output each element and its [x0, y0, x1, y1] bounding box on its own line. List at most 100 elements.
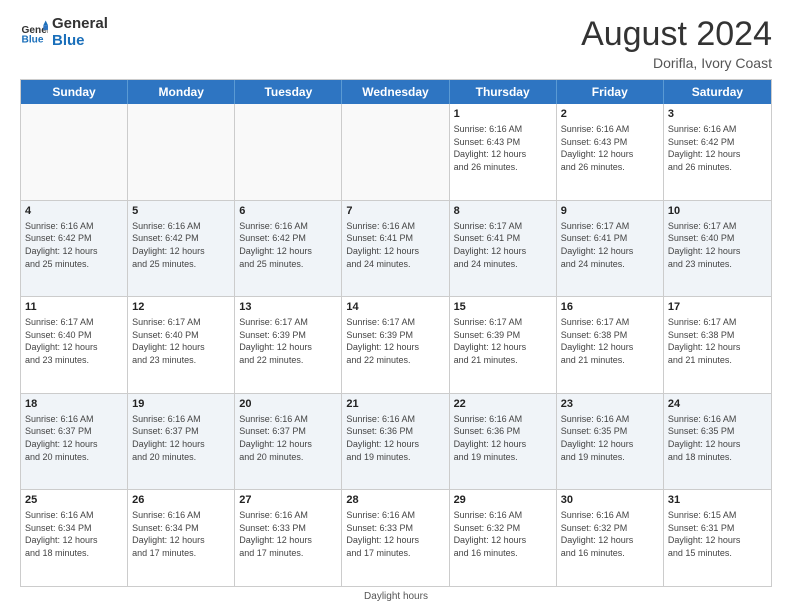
day-info: Sunrise: 6:17 AM Sunset: 6:38 PM Dayligh… [561, 316, 659, 366]
calendar-cell: 13Sunrise: 6:17 AM Sunset: 6:39 PM Dayli… [235, 297, 342, 393]
calendar-cell: 11Sunrise: 6:17 AM Sunset: 6:40 PM Dayli… [21, 297, 128, 393]
calendar: Sunday Monday Tuesday Wednesday Thursday… [20, 79, 772, 587]
day-info: Sunrise: 6:16 AM Sunset: 6:42 PM Dayligh… [25, 220, 123, 270]
day-number: 21 [346, 397, 444, 412]
day-info: Sunrise: 6:16 AM Sunset: 6:34 PM Dayligh… [25, 509, 123, 559]
svg-text:Blue: Blue [22, 34, 44, 45]
calendar-cell [128, 104, 235, 200]
day-number: 20 [239, 397, 337, 412]
calendar-cell: 6Sunrise: 6:16 AM Sunset: 6:42 PM Daylig… [235, 201, 342, 297]
day-number: 4 [25, 204, 123, 219]
calendar-row: 18Sunrise: 6:16 AM Sunset: 6:37 PM Dayli… [21, 394, 771, 491]
calendar-cell: 21Sunrise: 6:16 AM Sunset: 6:36 PM Dayli… [342, 394, 449, 490]
calendar-cell: 8Sunrise: 6:17 AM Sunset: 6:41 PM Daylig… [450, 201, 557, 297]
day-number: 14 [346, 300, 444, 315]
calendar-cell: 25Sunrise: 6:16 AM Sunset: 6:34 PM Dayli… [21, 490, 128, 586]
calendar-row: 25Sunrise: 6:16 AM Sunset: 6:34 PM Dayli… [21, 490, 771, 586]
day-info: Sunrise: 6:16 AM Sunset: 6:34 PM Dayligh… [132, 509, 230, 559]
day-number: 17 [668, 300, 767, 315]
day-number: 11 [25, 300, 123, 315]
day-number: 1 [454, 107, 552, 122]
day-info: Sunrise: 6:17 AM Sunset: 6:38 PM Dayligh… [668, 316, 767, 366]
day-number: 25 [25, 493, 123, 508]
day-number: 6 [239, 204, 337, 219]
day-number: 9 [561, 204, 659, 219]
day-number: 7 [346, 204, 444, 219]
calendar-cell: 27Sunrise: 6:16 AM Sunset: 6:33 PM Dayli… [235, 490, 342, 586]
day-number: 28 [346, 493, 444, 508]
calendar-cell: 26Sunrise: 6:16 AM Sunset: 6:34 PM Dayli… [128, 490, 235, 586]
day-number: 5 [132, 204, 230, 219]
calendar-cell [21, 104, 128, 200]
day-number: 23 [561, 397, 659, 412]
day-info: Sunrise: 6:17 AM Sunset: 6:40 PM Dayligh… [25, 316, 123, 366]
day-info: Sunrise: 6:16 AM Sunset: 6:42 PM Dayligh… [668, 123, 767, 173]
calendar-cell: 23Sunrise: 6:16 AM Sunset: 6:35 PM Dayli… [557, 394, 664, 490]
logo-general: General [52, 16, 108, 33]
header-tuesday: Tuesday [235, 80, 342, 104]
day-number: 13 [239, 300, 337, 315]
day-number: 22 [454, 397, 552, 412]
day-info: Sunrise: 6:16 AM Sunset: 6:37 PM Dayligh… [132, 413, 230, 463]
page-title: August 2024 [581, 16, 772, 53]
calendar-cell: 29Sunrise: 6:16 AM Sunset: 6:32 PM Dayli… [450, 490, 557, 586]
calendar-row: 4Sunrise: 6:16 AM Sunset: 6:42 PM Daylig… [21, 201, 771, 298]
page: General Blue General Blue August 2024 Do… [0, 0, 792, 612]
day-info: Sunrise: 6:17 AM Sunset: 6:40 PM Dayligh… [132, 316, 230, 366]
calendar-cell [235, 104, 342, 200]
header-thursday: Thursday [450, 80, 557, 104]
calendar-cell: 17Sunrise: 6:17 AM Sunset: 6:38 PM Dayli… [664, 297, 771, 393]
calendar-cell: 5Sunrise: 6:16 AM Sunset: 6:42 PM Daylig… [128, 201, 235, 297]
day-number: 12 [132, 300, 230, 315]
day-info: Sunrise: 6:16 AM Sunset: 6:43 PM Dayligh… [561, 123, 659, 173]
day-number: 29 [454, 493, 552, 508]
logo-icon: General Blue [20, 19, 48, 47]
calendar-cell: 2Sunrise: 6:16 AM Sunset: 6:43 PM Daylig… [557, 104, 664, 200]
calendar-cell: 10Sunrise: 6:17 AM Sunset: 6:40 PM Dayli… [664, 201, 771, 297]
day-number: 2 [561, 107, 659, 122]
day-number: 18 [25, 397, 123, 412]
day-info: Sunrise: 6:15 AM Sunset: 6:31 PM Dayligh… [668, 509, 767, 559]
day-info: Sunrise: 6:16 AM Sunset: 6:35 PM Dayligh… [561, 413, 659, 463]
day-info: Sunrise: 6:16 AM Sunset: 6:33 PM Dayligh… [239, 509, 337, 559]
day-number: 24 [668, 397, 767, 412]
header: General Blue General Blue August 2024 Do… [20, 16, 772, 71]
footer-note: Daylight hours [20, 591, 772, 602]
calendar-cell: 1Sunrise: 6:16 AM Sunset: 6:43 PM Daylig… [450, 104, 557, 200]
day-info: Sunrise: 6:16 AM Sunset: 6:43 PM Dayligh… [454, 123, 552, 173]
header-monday: Monday [128, 80, 235, 104]
calendar-cell: 24Sunrise: 6:16 AM Sunset: 6:35 PM Dayli… [664, 394, 771, 490]
day-info: Sunrise: 6:16 AM Sunset: 6:37 PM Dayligh… [25, 413, 123, 463]
header-saturday: Saturday [664, 80, 771, 104]
calendar-row: 11Sunrise: 6:17 AM Sunset: 6:40 PM Dayli… [21, 297, 771, 394]
calendar-cell: 16Sunrise: 6:17 AM Sunset: 6:38 PM Dayli… [557, 297, 664, 393]
calendar-cell: 15Sunrise: 6:17 AM Sunset: 6:39 PM Dayli… [450, 297, 557, 393]
day-info: Sunrise: 6:16 AM Sunset: 6:37 PM Dayligh… [239, 413, 337, 463]
page-subtitle: Dorifla, Ivory Coast [581, 55, 772, 71]
calendar-cell [342, 104, 449, 200]
calendar-cell: 12Sunrise: 6:17 AM Sunset: 6:40 PM Dayli… [128, 297, 235, 393]
day-number: 19 [132, 397, 230, 412]
calendar-row: 1Sunrise: 6:16 AM Sunset: 6:43 PM Daylig… [21, 104, 771, 201]
header-friday: Friday [557, 80, 664, 104]
calendar-cell: 31Sunrise: 6:15 AM Sunset: 6:31 PM Dayli… [664, 490, 771, 586]
day-info: Sunrise: 6:16 AM Sunset: 6:33 PM Dayligh… [346, 509, 444, 559]
day-info: Sunrise: 6:16 AM Sunset: 6:41 PM Dayligh… [346, 220, 444, 270]
calendar-body: 1Sunrise: 6:16 AM Sunset: 6:43 PM Daylig… [21, 104, 771, 586]
day-info: Sunrise: 6:16 AM Sunset: 6:32 PM Dayligh… [454, 509, 552, 559]
day-info: Sunrise: 6:17 AM Sunset: 6:39 PM Dayligh… [346, 316, 444, 366]
calendar-cell: 4Sunrise: 6:16 AM Sunset: 6:42 PM Daylig… [21, 201, 128, 297]
day-number: 31 [668, 493, 767, 508]
day-number: 27 [239, 493, 337, 508]
day-info: Sunrise: 6:16 AM Sunset: 6:35 PM Dayligh… [668, 413, 767, 463]
day-info: Sunrise: 6:17 AM Sunset: 6:41 PM Dayligh… [454, 220, 552, 270]
day-info: Sunrise: 6:17 AM Sunset: 6:41 PM Dayligh… [561, 220, 659, 270]
calendar-cell: 14Sunrise: 6:17 AM Sunset: 6:39 PM Dayli… [342, 297, 449, 393]
calendar-cell: 20Sunrise: 6:16 AM Sunset: 6:37 PM Dayli… [235, 394, 342, 490]
day-number: 30 [561, 493, 659, 508]
title-block: August 2024 Dorifla, Ivory Coast [581, 16, 772, 71]
calendar-header: Sunday Monday Tuesday Wednesday Thursday… [21, 80, 771, 104]
calendar-cell: 28Sunrise: 6:16 AM Sunset: 6:33 PM Dayli… [342, 490, 449, 586]
logo-blue: Blue [52, 33, 108, 50]
logo: General Blue General Blue [20, 16, 108, 49]
